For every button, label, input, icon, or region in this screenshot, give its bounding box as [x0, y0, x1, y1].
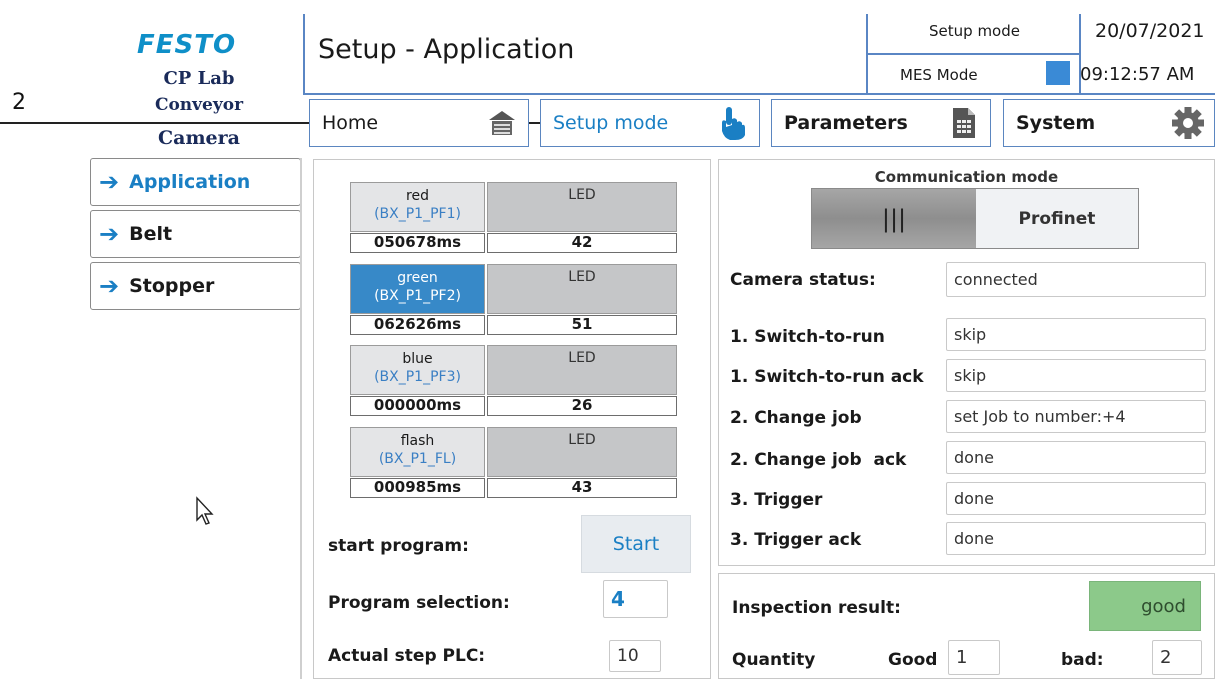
status-row-label: 1. Switch-to-run ack — [730, 367, 924, 387]
parameters-button-label: Parameters — [784, 112, 908, 134]
bad-count: 2 — [1152, 640, 1202, 675]
led-signal: (BX_P1_PF2) — [374, 288, 461, 304]
led-blue-time: 000000ms — [350, 396, 485, 416]
status-row-value: done — [946, 522, 1206, 555]
sidebar-item-application[interactable]: ➔ Application — [90, 158, 301, 206]
header-bottom-line — [303, 93, 1215, 95]
led-flash-time: 000985ms — [350, 478, 485, 498]
arrow-right-icon: ➔ — [99, 220, 120, 248]
product-name: CP Lab — [163, 68, 235, 89]
module-name: Camera — [158, 127, 240, 149]
date-display: 20/07/2021 — [1095, 20, 1205, 42]
status-row-label: 2. Change job ack — [730, 450, 907, 470]
callout-number: 2 — [12, 90, 26, 115]
arrow-right-icon: ➔ — [99, 168, 120, 196]
status-row-label: 2. Change job — [730, 408, 862, 428]
led-green-value: 51 — [487, 315, 677, 335]
led-red-indicator: LED — [487, 182, 677, 232]
mes-mode-toggle[interactable] — [1046, 61, 1070, 85]
status-row-value: skip — [946, 318, 1206, 351]
hand-pointer-icon — [713, 103, 753, 143]
camera-status-value: connected — [946, 262, 1206, 297]
communication-mode-title: Communication mode — [874, 168, 1059, 186]
start-button[interactable]: Start — [581, 515, 691, 573]
led-flash-indicator: LED — [487, 427, 677, 477]
home-button[interactable]: Home — [309, 99, 529, 147]
system-button[interactable]: System — [1003, 99, 1215, 147]
gear-icon — [1168, 103, 1208, 143]
inspection-result-label: Inspection result: — [732, 598, 901, 618]
quantity-label: Quantity — [732, 650, 816, 670]
led-flash-value: 43 — [487, 478, 677, 498]
bad-label: bad: — [1061, 650, 1104, 670]
program-selection-input[interactable]: 4 — [603, 580, 668, 618]
sidebar-item-belt[interactable]: ➔ Belt — [90, 210, 301, 258]
parameters-button[interactable]: Parameters — [771, 99, 991, 147]
header-divider — [303, 14, 305, 94]
led-name: blue — [402, 351, 433, 367]
status-row-label: 1. Switch-to-run — [730, 327, 885, 347]
actual-step-label: Actual step PLC: — [328, 646, 486, 666]
led-name: flash — [400, 433, 435, 449]
start-program-label: start program: — [328, 536, 469, 556]
mouse-cursor-icon — [195, 496, 215, 530]
led-signal: (BX_P1_FL) — [378, 451, 457, 467]
communication-mode-slider[interactable]: ||| — [812, 189, 976, 248]
sidebar-divider — [300, 158, 302, 679]
status-row-label: 3. Trigger — [730, 490, 823, 510]
led-red-time: 050678ms — [350, 233, 485, 253]
system-button-label: System — [1016, 112, 1096, 134]
status-row-value: skip — [946, 359, 1206, 392]
led-green-time: 062626ms — [350, 315, 485, 335]
home-button-label: Home — [322, 112, 379, 134]
led-blue-button[interactable]: blue (BX_P1_PF3) — [350, 345, 485, 395]
led-blue-value: 26 — [487, 396, 677, 416]
arrow-right-icon: ➔ — [99, 272, 120, 300]
setup-mode-button[interactable]: Setup mode — [540, 99, 760, 147]
led-green-button[interactable]: green (BX_P1_PF2) — [350, 264, 485, 314]
led-signal: (BX_P1_PF1) — [374, 206, 461, 222]
led-name: red — [406, 188, 429, 204]
led-name: green — [397, 270, 438, 286]
status-row-value: done — [946, 441, 1206, 474]
page-title: Setup - Application — [318, 34, 575, 65]
header-mode-divider — [867, 53, 1079, 55]
led-blue-indicator: LED — [487, 345, 677, 395]
sidebar-item-stopper[interactable]: ➔ Stopper — [90, 262, 301, 310]
led-red-button[interactable]: red (BX_P1_PF1) — [350, 182, 485, 232]
profinet-option[interactable]: Profinet — [976, 189, 1138, 248]
station-name: Conveyor — [154, 95, 244, 115]
program-selection-label: Program selection: — [328, 593, 510, 613]
actual-step-value: 10 — [609, 640, 661, 672]
good-count: 1 — [948, 640, 1000, 675]
mes-mode-label: MES Mode — [900, 66, 978, 84]
led-red-value: 42 — [487, 233, 677, 253]
status-row-label: 3. Trigger ack — [730, 530, 862, 550]
good-label: Good — [888, 650, 938, 670]
time-display: 09:12:57 AM — [1080, 64, 1195, 85]
sidebar-item-label: Application — [129, 171, 251, 193]
status-row-value: set Job to number:+4 — [946, 400, 1206, 433]
festo-logo: FESTO — [137, 30, 237, 60]
sidebar-item-label: Stopper — [129, 275, 215, 297]
led-signal: (BX_P1_PF3) — [374, 369, 461, 385]
inspection-result-badge: good — [1089, 581, 1201, 631]
sidebar-item-label: Belt — [129, 223, 173, 245]
communication-mode-switch[interactable]: ||| Profinet — [811, 188, 1139, 249]
camera-status-label: Camera status: — [730, 270, 876, 290]
document-icon — [944, 103, 984, 143]
home-icon — [482, 103, 522, 143]
setup-mode-button-label: Setup mode — [553, 112, 669, 134]
led-green-indicator: LED — [487, 264, 677, 314]
status-row-value: done — [946, 482, 1206, 515]
led-flash-button[interactable]: flash (BX_P1_FL) — [350, 427, 485, 477]
mode-indicator: Setup mode — [929, 22, 1020, 40]
